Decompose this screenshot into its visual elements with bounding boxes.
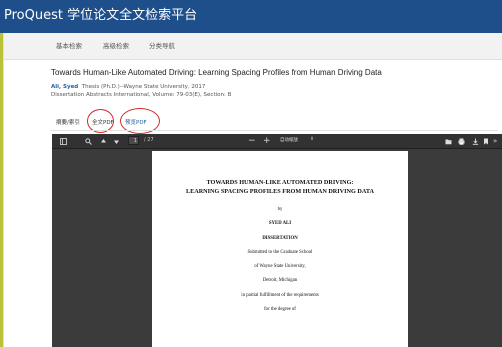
nav-advanced-search[interactable]: 高级检索 bbox=[103, 40, 129, 50]
document-meta: Ali, Syed Thesis (Ph.D.)--Wayne State Un… bbox=[51, 84, 205, 90]
next-page-icon[interactable] bbox=[113, 136, 120, 146]
zoom-out-icon[interactable]: − bbox=[248, 136, 256, 146]
open-file-icon[interactable] bbox=[445, 136, 452, 146]
document-title: Towards Human-Like Automated Driving: Le… bbox=[51, 68, 382, 77]
page-title-line-1: TOWARDS HUMAN-LIKE AUTOMATED DRIVING: bbox=[206, 179, 354, 186]
page-university: of Wayne State University, bbox=[254, 264, 306, 269]
page-degree: for the degree of bbox=[264, 307, 296, 312]
download-icon[interactable] bbox=[472, 136, 479, 146]
page-dissertation: DISSERTATION bbox=[262, 236, 298, 241]
page-submitted: Submitted to the Graduate School bbox=[247, 250, 313, 255]
tabs-divider bbox=[51, 130, 498, 131]
page-title-line-2: LEARNING SPACING PROFILES FROM HUMAN DRI… bbox=[185, 188, 375, 195]
zoom-in-icon[interactable]: + bbox=[263, 136, 271, 146]
nav-category[interactable]: 分类导航 bbox=[149, 40, 175, 50]
page-author: SYED ALI bbox=[268, 221, 292, 226]
page-by: by bbox=[277, 207, 283, 212]
nav-basic-search[interactable]: 基本检索 bbox=[56, 40, 82, 50]
author-link[interactable]: Ali, Syed bbox=[51, 84, 78, 90]
page-total: / 27 bbox=[144, 137, 154, 143]
bookmark-icon[interactable] bbox=[483, 136, 489, 146]
previous-page-icon[interactable] bbox=[100, 136, 107, 146]
app-title[interactable]: ProQuest 学位论文全文检索平台 bbox=[4, 6, 197, 26]
sidebar-toggle-icon[interactable] bbox=[60, 136, 67, 146]
dissertation-abstracts: Dissertation Abstracts International, Vo… bbox=[51, 91, 232, 98]
search-icon[interactable] bbox=[85, 136, 92, 146]
main-nav: 基本检索 高级检索 分类导航 bbox=[4, 33, 502, 60]
pdf-page: TOWARDS HUMAN-LIKE AUTOMATED DRIVING: LE… bbox=[152, 151, 408, 347]
tools-menu-icon[interactable]: » bbox=[493, 136, 497, 146]
zoom-select[interactable]: 自动缩放 bbox=[280, 137, 298, 143]
zoom-dropdown-icon[interactable]: ⇕ bbox=[310, 137, 314, 142]
pdf-viewer: 1 / 27 − + 自动缩放 ⇕ » TOWARDS HUMAN-LIKE A… bbox=[52, 134, 502, 347]
page-number-input[interactable]: 1 bbox=[128, 136, 139, 145]
source-text: Thesis (Ph.D.)--Wayne State University, … bbox=[81, 84, 206, 90]
tab-abstract[interactable]: 摘要/索引 bbox=[56, 118, 80, 126]
pdf-toolbar: 1 / 27 − + 自动缩放 ⇕ » bbox=[52, 134, 502, 149]
print-icon[interactable] bbox=[458, 136, 465, 146]
app-header: ProQuest 学位论文全文检索平台 bbox=[0, 0, 502, 33]
page-requirements: in partial fulfillment of the requiremen… bbox=[241, 293, 319, 298]
content-area: Towards Human-Like Automated Driving: Le… bbox=[4, 60, 502, 347]
page-location: Detroit, Michigan bbox=[262, 278, 298, 283]
